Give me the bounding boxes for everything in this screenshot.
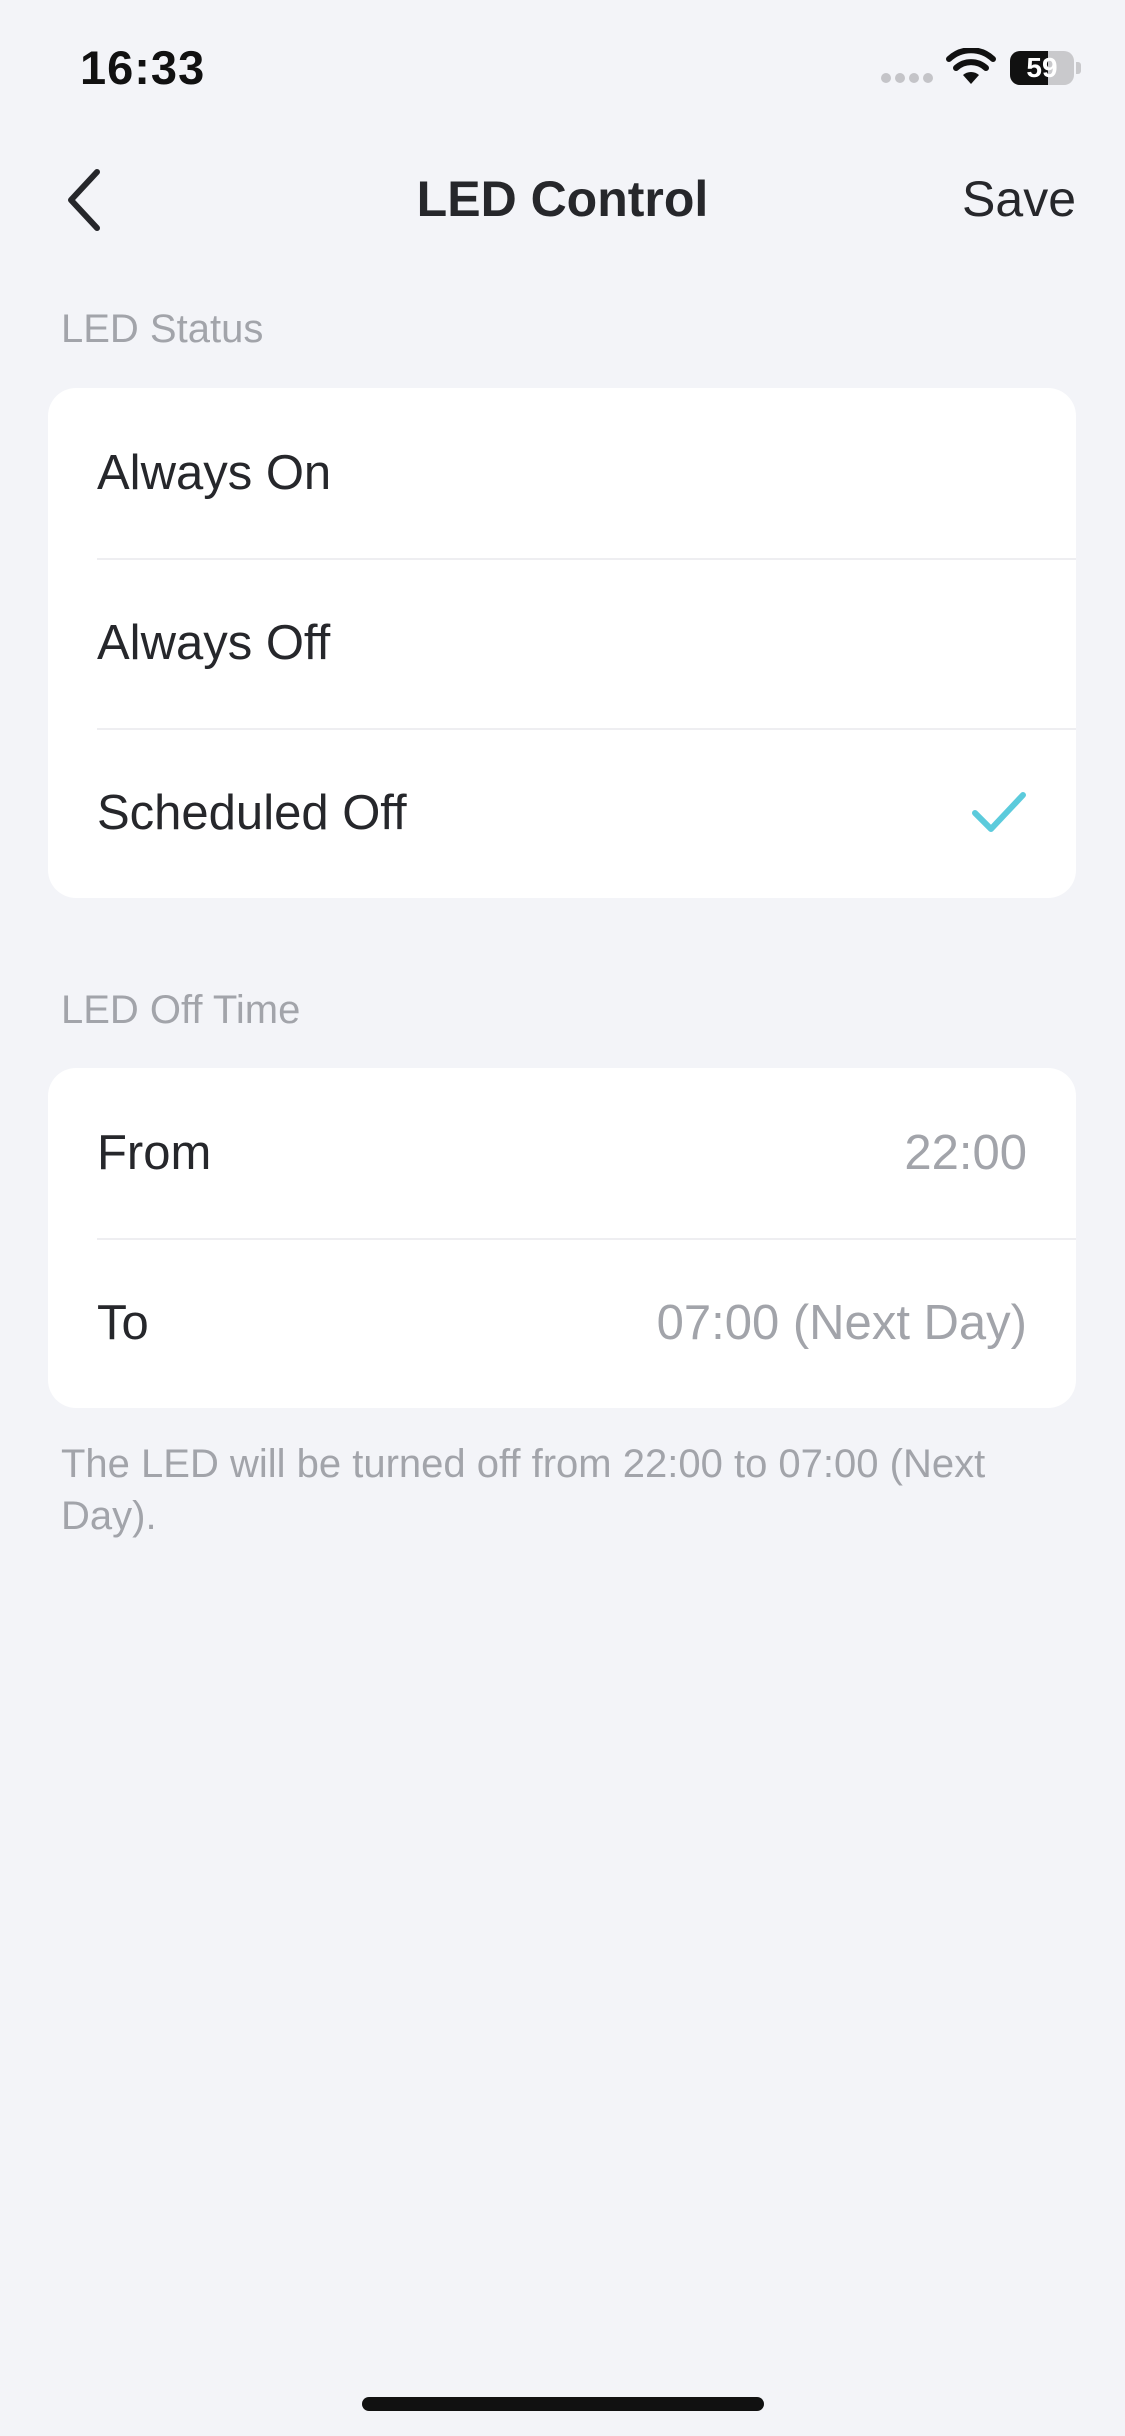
schedule-note: The LED will be turned off from 22:00 to…	[61, 1442, 986, 1538]
to-time-row[interactable]: To 07:00 (Next Day)	[48, 1238, 1076, 1408]
save-button[interactable]: Save	[962, 170, 1076, 228]
from-value: 22:00	[904, 1126, 1027, 1180]
status-bar: 16:33 59	[0, 0, 1125, 140]
led-off-time-header: LED Off Time	[61, 988, 301, 1032]
led-status-card: Always On Always Off Scheduled Off	[48, 388, 1076, 898]
to-label: To	[97, 1296, 149, 1350]
led-off-time-card: From 22:00 To 07:00 (Next Day)	[48, 1068, 1076, 1408]
option-always-on[interactable]: Always On	[48, 388, 1076, 558]
nav-bar: LED Control Save	[0, 140, 1125, 260]
from-label: From	[97, 1126, 212, 1180]
led-status-header: LED Status	[61, 307, 264, 351]
checkmark-icon	[972, 792, 1026, 832]
option-scheduled-off[interactable]: Scheduled Off	[48, 728, 1076, 898]
option-label: Always On	[97, 446, 332, 500]
battery-level: 59	[1026, 52, 1058, 83]
home-indicator[interactable]	[362, 2397, 764, 2411]
to-value: 07:00 (Next Day)	[656, 1296, 1027, 1350]
wifi-icon	[946, 48, 996, 84]
option-always-off[interactable]: Always Off	[48, 558, 1076, 728]
battery-icon: 59	[1010, 51, 1081, 85]
from-time-row[interactable]: From 22:00	[48, 1068, 1076, 1238]
cellular-signal-icon	[881, 73, 933, 83]
option-label: Scheduled Off	[97, 786, 407, 840]
page-title: LED Control	[416, 171, 709, 227]
option-label: Always Off	[97, 616, 331, 670]
status-time: 16:33	[80, 41, 206, 94]
